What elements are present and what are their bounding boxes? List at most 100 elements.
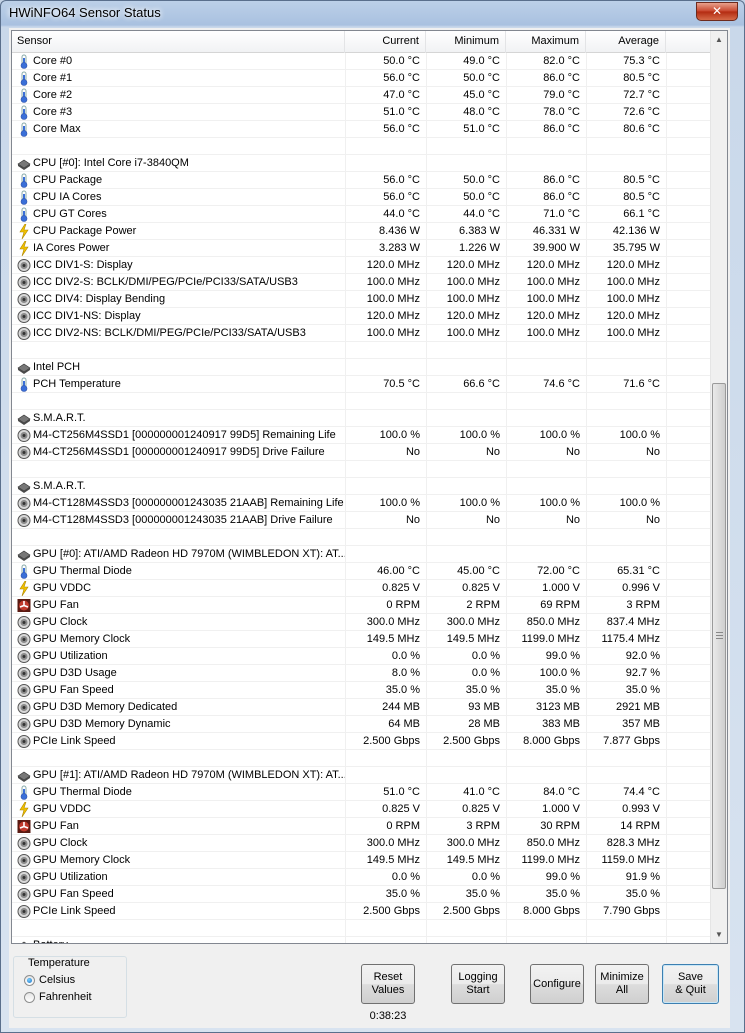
grid-line — [666, 155, 667, 172]
sensor-row[interactable]: GPU Utilization 0.0 % 0.0 % 99.0 % 92.0 % — [12, 648, 712, 665]
current-value: 0.825 V — [382, 803, 420, 815]
save-quit-button[interactable]: Save & Quit — [662, 964, 719, 1004]
group-row[interactable]: CPU [#0]: Intel Core i7-3840QM — [12, 155, 712, 172]
group-row[interactable]: S.M.A.R.T. — [12, 410, 712, 427]
group-row[interactable]: Battery — [12, 937, 712, 943]
sensor-row[interactable]: ICC DIV1-NS: Display 120.0 MHz 120.0 MHz 12… — [12, 308, 712, 325]
average-value: 100.0 % — [619, 429, 660, 441]
grid-line — [666, 206, 667, 223]
grid-line — [666, 529, 667, 546]
grid-line — [666, 53, 667, 70]
group-row[interactable]: Intel PCH — [12, 359, 712, 376]
sensor-row[interactable]: CPU Package 56.0 °C 50.0 °C 86.0 °C 80.5 °C — [12, 172, 712, 189]
sensor-row[interactable]: M4-CT256M4SSD1 [000000001240917 99D5] Dr… — [12, 444, 712, 461]
sensor-row[interactable]: M4-CT256M4SSD1 [000000001240917 99D5] Re… — [12, 427, 712, 444]
grid-line — [666, 750, 667, 767]
fahrenheit-radio[interactable]: Fahrenheit — [24, 990, 124, 1005]
grid-line — [666, 903, 667, 920]
sensor-name: M4-CT128M4SSD3 [000000001243035 21AAB] R… — [33, 497, 344, 509]
sensor-row[interactable]: ICC DIV2-S: BCLK/DMI/PEG/PCIe/PCI33/SATA… — [12, 274, 712, 291]
grid-line — [506, 529, 507, 546]
sensor-row[interactable]: CPU IA Cores 56.0 °C 50.0 °C 86.0 °C 80.5 °C — [12, 189, 712, 206]
sensor-row[interactable]: GPU Fan Speed 35.0 % 35.0 % 35.0 % 35.0 % — [12, 682, 712, 699]
scroll-thumb[interactable] — [712, 383, 726, 889]
sensor-list[interactable]: Sensor Current Minimum Maximum Average C… — [11, 30, 728, 944]
sensor-row[interactable]: GPU Thermal Diode 46.00 °C 45.00 °C 72.00 °… — [12, 563, 712, 580]
minimize-all-button[interactable]: Minimize All — [595, 964, 649, 1004]
fan-icon — [17, 598, 31, 613]
sensor-row[interactable]: GPU Clock 300.0 MHz 300.0 MHz 850.0 MHz 828.… — [12, 835, 712, 852]
sensor-row[interactable]: CPU Package Power 8.436 W 6.383 W 46.331 W 4… — [12, 223, 712, 240]
grid-line — [586, 410, 587, 427]
sensor-row[interactable]: ICC DIV4: Display Bending 100.0 MHz 100.0 … — [12, 291, 712, 308]
sensor-row[interactable]: GPU VDDC 0.825 V 0.825 V 1.000 V 0.996 V — [12, 580, 712, 597]
grid-line — [345, 342, 346, 359]
column-sensor[interactable]: Sensor — [12, 31, 345, 53]
sensor-row[interactable]: PCIe Link Speed 2.500 Gbps 2.500 Gbps 8.000… — [12, 903, 712, 920]
sensor-row[interactable]: GPU Fan 0 RPM 2 RPM 69 RPM 3 RPM — [12, 597, 712, 614]
group-row[interactable]: GPU [#1]: ATI/AMD Radeon HD 7970M (WIMBL… — [12, 767, 712, 784]
minimum-value: 3 RPM — [466, 820, 500, 832]
sensor-row[interactable]: IA Cores Power 3.283 W 1.226 W 39.900 W 35.7… — [12, 240, 712, 257]
sensor-row[interactable]: M4-CT128M4SSD3 [000000001243035 21AAB] D… — [12, 512, 712, 529]
sensor-row[interactable]: ICC DIV1-S: Display 120.0 MHz 120.0 MHz 120… — [12, 257, 712, 274]
sensor-row[interactable]: GPU Fan 0 RPM 3 RPM 30 RPM 14 RPM — [12, 818, 712, 835]
title-bar[interactable]: HWiNFO64 Sensor Status ✕ — [1, 1, 744, 25]
sensor-row[interactable]: Core #1 56.0 °C 50.0 °C 86.0 °C 80.5 °C — [12, 70, 712, 87]
grid-line — [666, 240, 667, 257]
sensor-row[interactable]: GPU Utilization 0.0 % 0.0 % 99.0 % 91.9 % — [12, 869, 712, 886]
sensor-row[interactable]: PCH Temperature 70.5 °C 66.6 °C 74.6 °C 71.6… — [12, 376, 712, 393]
grid-line — [506, 937, 507, 943]
sensor-row[interactable]: CPU GT Cores 44.0 °C 44.0 °C 71.0 °C 66.1 °C — [12, 206, 712, 223]
logging-start-button[interactable]: Logging Start — [451, 964, 505, 1004]
configure-button[interactable]: Configure — [530, 964, 584, 1004]
sensor-row[interactable]: GPU Thermal Diode 51.0 °C 41.0 °C 84.0 °C 74… — [12, 784, 712, 801]
sensor-row[interactable]: ICC DIV2-NS: BCLK/DMI/PEG/PCIe/PCI33/SAT… — [12, 325, 712, 342]
thermometer-icon — [17, 207, 31, 222]
minimum-value: 2 RPM — [466, 599, 500, 611]
maximum-value: 86.0 °C — [543, 123, 580, 135]
sensor-row[interactable]: Core #3 51.0 °C 48.0 °C 78.0 °C 72.6 °C — [12, 104, 712, 121]
sensor-row[interactable]: GPU D3D Usage 8.0 % 0.0 % 100.0 % 92.7 % — [12, 665, 712, 682]
radio-checked-icon[interactable] — [24, 975, 35, 986]
grid-line — [345, 546, 346, 563]
current-value: 50.0 °C — [383, 55, 420, 67]
sensor-row[interactable]: PCIe Link Speed 2.500 Gbps 2.500 Gbps 8.000… — [12, 733, 712, 750]
close-button[interactable]: ✕ — [696, 2, 738, 21]
grid-line — [666, 172, 667, 189]
spacer-row — [12, 529, 712, 546]
column-current[interactable]: Current — [345, 31, 426, 53]
maximum-value: 30 RPM — [540, 820, 580, 832]
sensor-row[interactable]: GPU D3D Memory Dedicated 244 MB 93 MB 3123 … — [12, 699, 712, 716]
average-value: No — [645, 514, 660, 526]
column-minimum[interactable]: Minimum — [426, 31, 506, 53]
scroll-down-icon[interactable]: ▼ — [711, 926, 727, 943]
average-value: 100.0 MHz — [606, 276, 660, 288]
sensor-row[interactable]: M4-CT128M4SSD3 [000000001243035 21AAB] R… — [12, 495, 712, 512]
radio-unchecked-icon[interactable] — [24, 992, 35, 1003]
column-average[interactable]: Average — [586, 31, 666, 53]
sensor-row[interactable]: GPU VDDC 0.825 V 0.825 V 1.000 V 0.993 V — [12, 801, 712, 818]
group-row[interactable]: S.M.A.R.T. — [12, 478, 712, 495]
reset-values-button[interactable]: Reset Values — [361, 964, 415, 1004]
sensor-row[interactable]: Core #2 47.0 °C 45.0 °C 79.0 °C 72.7 °C — [12, 87, 712, 104]
maximum-value: 100.0 MHz — [526, 327, 580, 339]
maximum-value: 35.0 % — [545, 684, 580, 696]
celsius-radio[interactable]: Celsius — [24, 973, 124, 988]
maximum-value: 86.0 °C — [543, 191, 580, 203]
group-label: Battery — [33, 937, 345, 943]
sensor-row[interactable]: Core Max 56.0 °C 51.0 °C 86.0 °C 80.6 °C — [12, 121, 712, 138]
sensor-row[interactable]: Core #0 50.0 °C 49.0 °C 82.0 °C 75.3 °C — [12, 53, 712, 70]
group-row[interactable]: GPU [#0]: ATI/AMD Radeon HD 7970M (WIMBL… — [12, 546, 712, 563]
vertical-scrollbar[interactable]: ▲ ▼ — [710, 31, 727, 943]
sensor-row[interactable]: GPU Clock 300.0 MHz 300.0 MHz 850.0 MHz 837.… — [12, 614, 712, 631]
gauge-icon — [17, 870, 31, 885]
scroll-up-icon[interactable]: ▲ — [711, 31, 727, 48]
sensor-row[interactable]: GPU Fan Speed 35.0 % 35.0 % 35.0 % 35.0 % — [12, 886, 712, 903]
sensor-row[interactable]: GPU Memory Clock 149.5 MHz 149.5 MHz 1199.0… — [12, 631, 712, 648]
minimum-value: 35.0 % — [465, 888, 500, 900]
maximum-value: 850.0 MHz — [526, 837, 580, 849]
column-maximum[interactable]: Maximum — [506, 31, 586, 53]
sensor-row[interactable]: GPU D3D Memory Dynamic 64 MB 28 MB 383 MB 35… — [12, 716, 712, 733]
sensor-row[interactable]: GPU Memory Clock 149.5 MHz 149.5 MHz 1199.0… — [12, 852, 712, 869]
